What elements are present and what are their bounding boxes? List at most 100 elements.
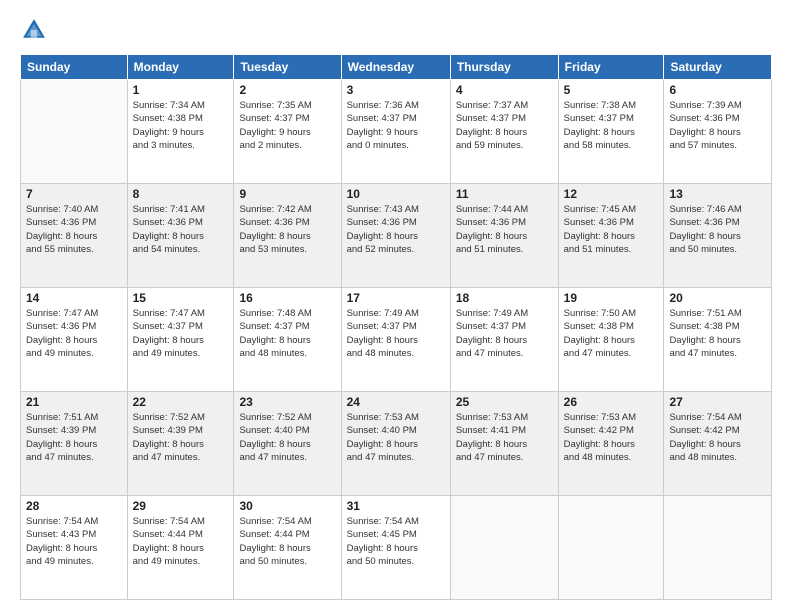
calendar-cell: 14 Sunrise: 7:47 AMSunset: 4:36 PMDayligh… bbox=[21, 288, 128, 392]
calendar: SundayMondayTuesdayWednesdayThursdayFrid… bbox=[20, 54, 772, 600]
day-number: 16 bbox=[239, 291, 335, 305]
day-number: 25 bbox=[456, 395, 553, 409]
cell-info: Sunrise: 7:53 AMSunset: 4:40 PMDaylight:… bbox=[347, 411, 445, 464]
calendar-cell: 12 Sunrise: 7:45 AMSunset: 4:36 PMDayligh… bbox=[558, 184, 664, 288]
calendar-cell: 15 Sunrise: 7:47 AMSunset: 4:37 PMDayligh… bbox=[127, 288, 234, 392]
day-number: 6 bbox=[669, 83, 766, 97]
cell-info: Sunrise: 7:49 AMSunset: 4:37 PMDaylight:… bbox=[456, 307, 553, 360]
calendar-week: 1Sunrise: 7:34 AMSunset: 4:38 PMDaylight… bbox=[21, 80, 772, 184]
calendar-cell: 18 Sunrise: 7:49 AMSunset: 4:37 PMDayligh… bbox=[450, 288, 558, 392]
calendar-cell: 31 Sunrise: 7:54 AMSunset: 4:45 PMDayligh… bbox=[341, 496, 450, 600]
day-number: 1 bbox=[133, 83, 229, 97]
day-number: 24 bbox=[347, 395, 445, 409]
day-header: Monday bbox=[127, 55, 234, 80]
calendar-cell: 10 Sunrise: 7:43 AMSunset: 4:36 PMDayligh… bbox=[341, 184, 450, 288]
calendar-cell: 17 Sunrise: 7:49 AMSunset: 4:37 PMDayligh… bbox=[341, 288, 450, 392]
cell-info: Sunrise: 7:52 AMSunset: 4:39 PMDaylight:… bbox=[133, 411, 229, 464]
cell-info: Sunrise: 7:47 AMSunset: 4:36 PMDaylight:… bbox=[26, 307, 122, 360]
day-number: 18 bbox=[456, 291, 553, 305]
calendar-cell bbox=[664, 496, 772, 600]
cell-info: Sunrise: 7:42 AMSunset: 4:36 PMDaylight:… bbox=[239, 203, 335, 256]
calendar-cell: 4Sunrise: 7:37 AMSunset: 4:37 PMDaylight… bbox=[450, 80, 558, 184]
day-number: 8 bbox=[133, 187, 229, 201]
day-number: 20 bbox=[669, 291, 766, 305]
calendar-cell: 29 Sunrise: 7:54 AMSunset: 4:44 PMDayligh… bbox=[127, 496, 234, 600]
cell-info: Sunrise: 7:52 AMSunset: 4:40 PMDaylight:… bbox=[239, 411, 335, 464]
day-header: Tuesday bbox=[234, 55, 341, 80]
day-number: 9 bbox=[239, 187, 335, 201]
cell-info: Sunrise: 7:54 AMSunset: 4:44 PMDaylight:… bbox=[133, 515, 229, 568]
cell-info: Sunrise: 7:47 AMSunset: 4:37 PMDaylight:… bbox=[133, 307, 229, 360]
calendar-cell: 28 Sunrise: 7:54 AMSunset: 4:43 PMDayligh… bbox=[21, 496, 128, 600]
day-number: 17 bbox=[347, 291, 445, 305]
calendar-cell: 9 Sunrise: 7:42 AMSunset: 4:36 PMDaylight… bbox=[234, 184, 341, 288]
calendar-cell: 26 Sunrise: 7:53 AMSunset: 4:42 PMDayligh… bbox=[558, 392, 664, 496]
calendar-cell: 2 Sunrise: 7:35 AMSunset: 4:37 PMDaylight… bbox=[234, 80, 341, 184]
cell-info: Sunrise: 7:50 AMSunset: 4:38 PMDaylight:… bbox=[564, 307, 659, 360]
calendar-cell bbox=[450, 496, 558, 600]
day-number: 12 bbox=[564, 187, 659, 201]
cell-info: Sunrise: 7:51 AMSunset: 4:39 PMDaylight:… bbox=[26, 411, 122, 464]
day-number: 26 bbox=[564, 395, 659, 409]
day-header: Thursday bbox=[450, 55, 558, 80]
calendar-cell: 5 Sunrise: 7:38 AMSunset: 4:37 PMDaylight… bbox=[558, 80, 664, 184]
logo-icon bbox=[20, 16, 48, 44]
cell-info: Sunrise: 7:54 AMSunset: 4:42 PMDaylight:… bbox=[669, 411, 766, 464]
calendar-week: 7Sunrise: 7:40 AMSunset: 4:36 PMDaylight… bbox=[21, 184, 772, 288]
day-number: 10 bbox=[347, 187, 445, 201]
day-number: 23 bbox=[239, 395, 335, 409]
calendar-cell: 20 Sunrise: 7:51 AMSunset: 4:38 PMDayligh… bbox=[664, 288, 772, 392]
header bbox=[20, 16, 772, 44]
calendar-cell: 23 Sunrise: 7:52 AMSunset: 4:40 PMDayligh… bbox=[234, 392, 341, 496]
cell-info: Sunrise: 7:51 AMSunset: 4:38 PMDaylight:… bbox=[669, 307, 766, 360]
day-number: 3 bbox=[347, 83, 445, 97]
day-number: 19 bbox=[564, 291, 659, 305]
day-number: 11 bbox=[456, 187, 553, 201]
day-number: 4 bbox=[456, 83, 553, 97]
calendar-cell: 21Sunrise: 7:51 AMSunset: 4:39 PMDayligh… bbox=[21, 392, 128, 496]
day-number: 13 bbox=[669, 187, 766, 201]
cell-info: Sunrise: 7:54 AMSunset: 4:44 PMDaylight:… bbox=[239, 515, 335, 568]
calendar-cell: 22 Sunrise: 7:52 AMSunset: 4:39 PMDayligh… bbox=[127, 392, 234, 496]
day-number: 22 bbox=[133, 395, 229, 409]
calendar-cell: 1Sunrise: 7:34 AMSunset: 4:38 PMDaylight… bbox=[127, 80, 234, 184]
calendar-cell: 27Sunrise: 7:54 AMSunset: 4:42 PMDayligh… bbox=[664, 392, 772, 496]
calendar-cell: 13 Sunrise: 7:46 AMSunset: 4:36 PMDayligh… bbox=[664, 184, 772, 288]
cell-info: Sunrise: 7:54 AMSunset: 4:43 PMDaylight:… bbox=[26, 515, 122, 568]
day-number: 28 bbox=[26, 499, 122, 513]
cell-info: Sunrise: 7:48 AMSunset: 4:37 PMDaylight:… bbox=[239, 307, 335, 360]
logo bbox=[20, 16, 52, 44]
calendar-week: 28 Sunrise: 7:54 AMSunset: 4:43 PMDayligh… bbox=[21, 496, 772, 600]
day-number: 2 bbox=[239, 83, 335, 97]
day-header: Sunday bbox=[21, 55, 128, 80]
cell-info: Sunrise: 7:54 AMSunset: 4:45 PMDaylight:… bbox=[347, 515, 445, 568]
header-row: SundayMondayTuesdayWednesdayThursdayFrid… bbox=[21, 55, 772, 80]
cell-info: Sunrise: 7:43 AMSunset: 4:36 PMDaylight:… bbox=[347, 203, 445, 256]
day-number: 5 bbox=[564, 83, 659, 97]
day-number: 15 bbox=[133, 291, 229, 305]
calendar-cell: 11 Sunrise: 7:44 AMSunset: 4:36 PMDayligh… bbox=[450, 184, 558, 288]
cell-info: Sunrise: 7:40 AMSunset: 4:36 PMDaylight:… bbox=[26, 203, 122, 256]
cell-info: Sunrise: 7:38 AMSunset: 4:37 PMDaylight:… bbox=[564, 99, 659, 152]
cell-info: Sunrise: 7:35 AMSunset: 4:37 PMDaylight:… bbox=[239, 99, 335, 152]
day-header: Saturday bbox=[664, 55, 772, 80]
day-number: 31 bbox=[347, 499, 445, 513]
cell-info: Sunrise: 7:44 AMSunset: 4:36 PMDaylight:… bbox=[456, 203, 553, 256]
calendar-cell: 16 Sunrise: 7:48 AMSunset: 4:37 PMDayligh… bbox=[234, 288, 341, 392]
cell-info: Sunrise: 7:41 AMSunset: 4:36 PMDaylight:… bbox=[133, 203, 229, 256]
calendar-cell: 7Sunrise: 7:40 AMSunset: 4:36 PMDaylight… bbox=[21, 184, 128, 288]
cell-info: Sunrise: 7:53 AMSunset: 4:42 PMDaylight:… bbox=[564, 411, 659, 464]
calendar-week: 14 Sunrise: 7:47 AMSunset: 4:36 PMDayligh… bbox=[21, 288, 772, 392]
calendar-cell: 19 Sunrise: 7:50 AMSunset: 4:38 PMDayligh… bbox=[558, 288, 664, 392]
calendar-cell: 6Sunrise: 7:39 AMSunset: 4:36 PMDaylight… bbox=[664, 80, 772, 184]
calendar-cell bbox=[558, 496, 664, 600]
cell-info: Sunrise: 7:49 AMSunset: 4:37 PMDaylight:… bbox=[347, 307, 445, 360]
calendar-cell: 24 Sunrise: 7:53 AMSunset: 4:40 PMDayligh… bbox=[341, 392, 450, 496]
day-number: 14 bbox=[26, 291, 122, 305]
calendar-cell: 8 Sunrise: 7:41 AMSunset: 4:36 PMDaylight… bbox=[127, 184, 234, 288]
calendar-cell bbox=[21, 80, 128, 184]
cell-info: Sunrise: 7:45 AMSunset: 4:36 PMDaylight:… bbox=[564, 203, 659, 256]
cell-info: Sunrise: 7:46 AMSunset: 4:36 PMDaylight:… bbox=[669, 203, 766, 256]
day-header: Wednesday bbox=[341, 55, 450, 80]
day-number: 29 bbox=[133, 499, 229, 513]
